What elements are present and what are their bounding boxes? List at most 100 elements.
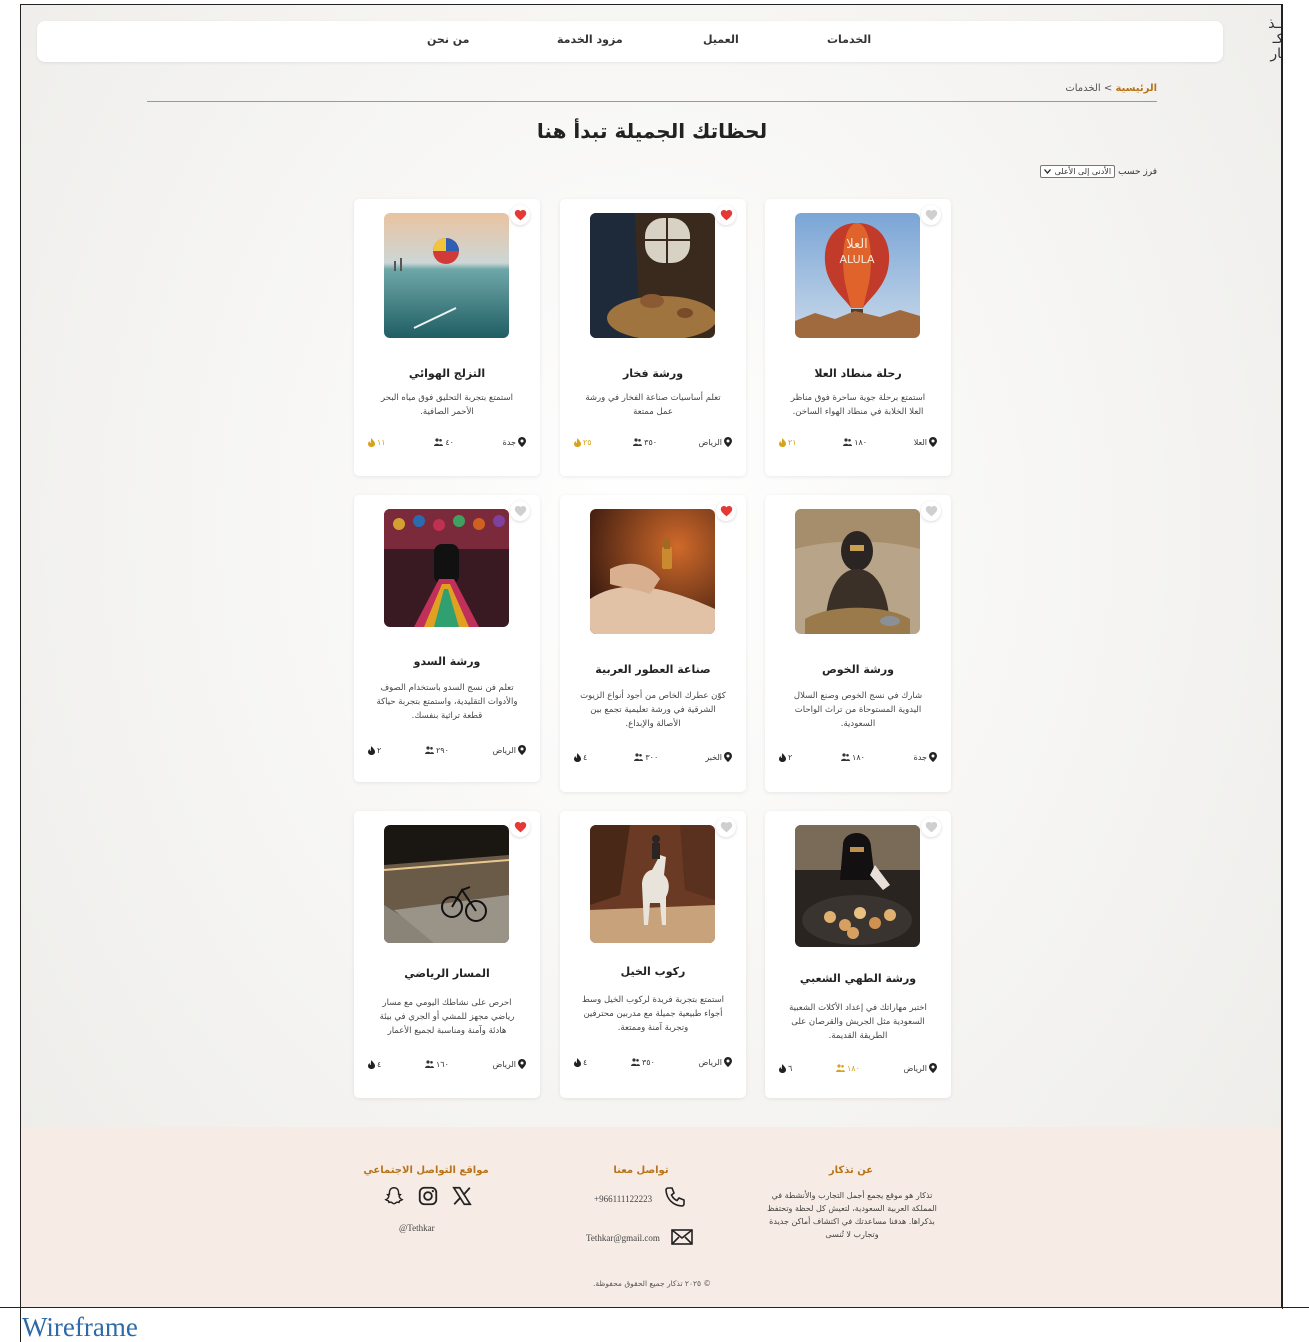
- card-people: ١٨٠: [836, 1064, 860, 1073]
- card-hours: ٢: [779, 752, 792, 762]
- card-location: العلا: [914, 437, 937, 447]
- card-hours: ١١: [368, 437, 386, 447]
- card-image: [795, 509, 920, 634]
- card-title: ورشة السدو: [413, 655, 481, 668]
- card-title: ركوب الخيل: [620, 965, 686, 978]
- heart-icon: [925, 506, 937, 517]
- chevron-down-icon: [1043, 169, 1051, 174]
- people-icon: [434, 438, 444, 446]
- card-location: الخبر: [705, 752, 732, 762]
- frame-border: [0, 1307, 1309, 1308]
- nav-item-client[interactable]: العميل: [703, 33, 739, 46]
- footer-social-handle: @Tethkar: [399, 1223, 435, 1233]
- mail-icon[interactable]: [671, 1229, 693, 1245]
- favorite-button[interactable]: [510, 501, 530, 521]
- phone-icon[interactable]: [663, 1185, 687, 1209]
- app-frame: تــذ كـ ـار الخدمات العميل مزود الخدمة م…: [20, 4, 1282, 1308]
- card-title: صناعة العطور العربية: [595, 663, 711, 676]
- card-title: رحلة منطاد العلا: [814, 367, 902, 380]
- service-card-sports-track[interactable]: المسار الرياضي احرص على نشاطك اليومي مع …: [354, 811, 540, 1098]
- card-people: ٢٩٠: [425, 746, 449, 755]
- sort-label: فرز حسب: [1118, 166, 1157, 177]
- nav-item-provider[interactable]: مزود الخدمة: [557, 33, 623, 46]
- frame-border: [1282, 4, 1283, 1309]
- service-card-sadu[interactable]: ورشة السدو تعلم فن نسج السدو باستخدام ال…: [354, 495, 540, 782]
- footer-email[interactable]: Tethkar@gmail.com: [586, 1233, 660, 1243]
- card-hours: ٦: [779, 1063, 792, 1073]
- footer-about-title: عن تذكار: [828, 1165, 874, 1176]
- nav-item-services[interactable]: الخدمات: [827, 33, 871, 46]
- card-image: [384, 509, 509, 627]
- favorite-button[interactable]: [921, 205, 941, 225]
- wireframe-label: Wireframe: [22, 1312, 138, 1342]
- location-pin-icon: [518, 1059, 526, 1069]
- service-card-paragliding[interactable]: التزلج الهوائي استمتع بتجربة التحليق فوق…: [354, 199, 540, 476]
- people-icon: [633, 438, 643, 446]
- card-meta: الرياض ١٨٠ ٦: [779, 1063, 937, 1073]
- page-title: لحظاتك الجميلة تبدأ هنا: [536, 119, 768, 143]
- heart-icon: [720, 210, 732, 221]
- card-meta: الرياض ١٦٠ ٤: [368, 1059, 526, 1069]
- card-image: [590, 509, 715, 634]
- card-people: ١٨٠: [843, 438, 867, 447]
- sort-select[interactable]: الأدنى إلى الأعلى: [1039, 165, 1116, 178]
- card-hours: ٢: [368, 745, 381, 755]
- breadcrumb-separator: >: [1103, 83, 1113, 94]
- x-twitter-icon[interactable]: [451, 1185, 473, 1207]
- card-hours: ٢١: [779, 437, 797, 447]
- location-pin-icon: [929, 437, 937, 447]
- footer-phone[interactable]: +966111122223: [594, 1194, 652, 1204]
- card-location: الرياض: [493, 1059, 526, 1069]
- card-image: العلا ALULA: [795, 213, 920, 338]
- breadcrumb-home[interactable]: الرئيسية: [1115, 83, 1157, 94]
- nav-item-about[interactable]: من نحن: [427, 33, 470, 46]
- site-footer: عن تذكار تذكار هو موقع يجمع أجمل التجارب…: [21, 1127, 1281, 1308]
- favorite-button[interactable]: [921, 501, 941, 521]
- card-title: التزلج الهوائي: [408, 367, 486, 380]
- snapchat-icon[interactable]: [383, 1185, 405, 1207]
- people-icon: [425, 1060, 434, 1068]
- footer-about-text: تذكار هو موقع يجمع أجمل التجارب والأنشطة…: [767, 1191, 937, 1239]
- service-card-palm-weaving[interactable]: ورشة الخوص شارك في نسج الخوص وصنع السلال…: [765, 495, 951, 792]
- heart-icon: [925, 210, 937, 221]
- flame-icon: [574, 437, 581, 447]
- card-description: احرص على نشاطك اليومي مع مسار رياضي مجهز…: [379, 998, 515, 1036]
- card-people: ٣٥٠: [631, 1058, 655, 1067]
- top-navbar: الخدمات العميل مزود الخدمة من نحن: [37, 21, 1223, 62]
- footer-contact-title: تواصل معنا: [613, 1165, 669, 1176]
- favorite-button[interactable]: [716, 501, 736, 521]
- service-card-pottery[interactable]: ورشة فخار تعلم أساسيات صناعة الفخار في و…: [560, 199, 746, 476]
- card-image: [795, 825, 920, 947]
- people-icon: [631, 1058, 640, 1066]
- card-location: الرياض: [699, 1057, 732, 1067]
- card-image: [384, 825, 509, 943]
- breadcrumb-current: الخدمات: [1065, 83, 1101, 94]
- favorite-button[interactable]: [510, 205, 530, 225]
- favorite-button[interactable]: [921, 817, 941, 837]
- card-meta: الرياض ٣٥٠ ٤: [574, 1057, 732, 1067]
- service-card-cooking[interactable]: ورشة الطهي الشعبي اختبر مهاراتك في إعداد…: [765, 811, 951, 1098]
- instagram-icon[interactable]: [417, 1185, 439, 1207]
- breadcrumb-divider: [147, 101, 1157, 102]
- service-card-perfume[interactable]: صناعة العطور العربية كوّن عطرك الخاص من …: [560, 495, 746, 792]
- location-pin-icon: [929, 752, 937, 762]
- service-card-balloon[interactable]: العلا ALULA رحلة منطاد العلا استمتع برحلة…: [765, 199, 951, 476]
- sort-control: فرز حسب الأدنى إلى الأعلى: [1039, 165, 1157, 178]
- favorite-button[interactable]: [716, 817, 736, 837]
- favorite-button[interactable]: [510, 817, 530, 837]
- card-description: كوّن عطرك الخاص من أجود أنواع الزيوت الش…: [580, 691, 726, 729]
- card-people: ٣٥٠: [633, 438, 657, 447]
- heart-icon: [720, 506, 732, 517]
- flame-icon: [779, 752, 786, 762]
- svg-text:العلا: العلا: [846, 237, 868, 252]
- site-logo[interactable]: تــذ كـ ـار: [1261, 17, 1281, 67]
- sort-selected-value: الأدنى إلى الأعلى: [1054, 167, 1112, 176]
- flame-icon: [368, 1059, 376, 1069]
- favorite-button[interactable]: [716, 205, 736, 225]
- card-description: استمتع بتجربة التحليق فوق مياه البحر الأ…: [381, 393, 513, 417]
- people-icon: [634, 753, 644, 761]
- card-description: استمتع بتجربة فريدة لركوب الخيل وسط أجوا…: [581, 995, 725, 1033]
- svg-text:ALULA: ALULA: [839, 253, 875, 266]
- location-pin-icon: [724, 752, 732, 762]
- service-card-horse-riding[interactable]: ركوب الخيل استمتع بتجربة فريدة لركوب الخ…: [560, 811, 746, 1098]
